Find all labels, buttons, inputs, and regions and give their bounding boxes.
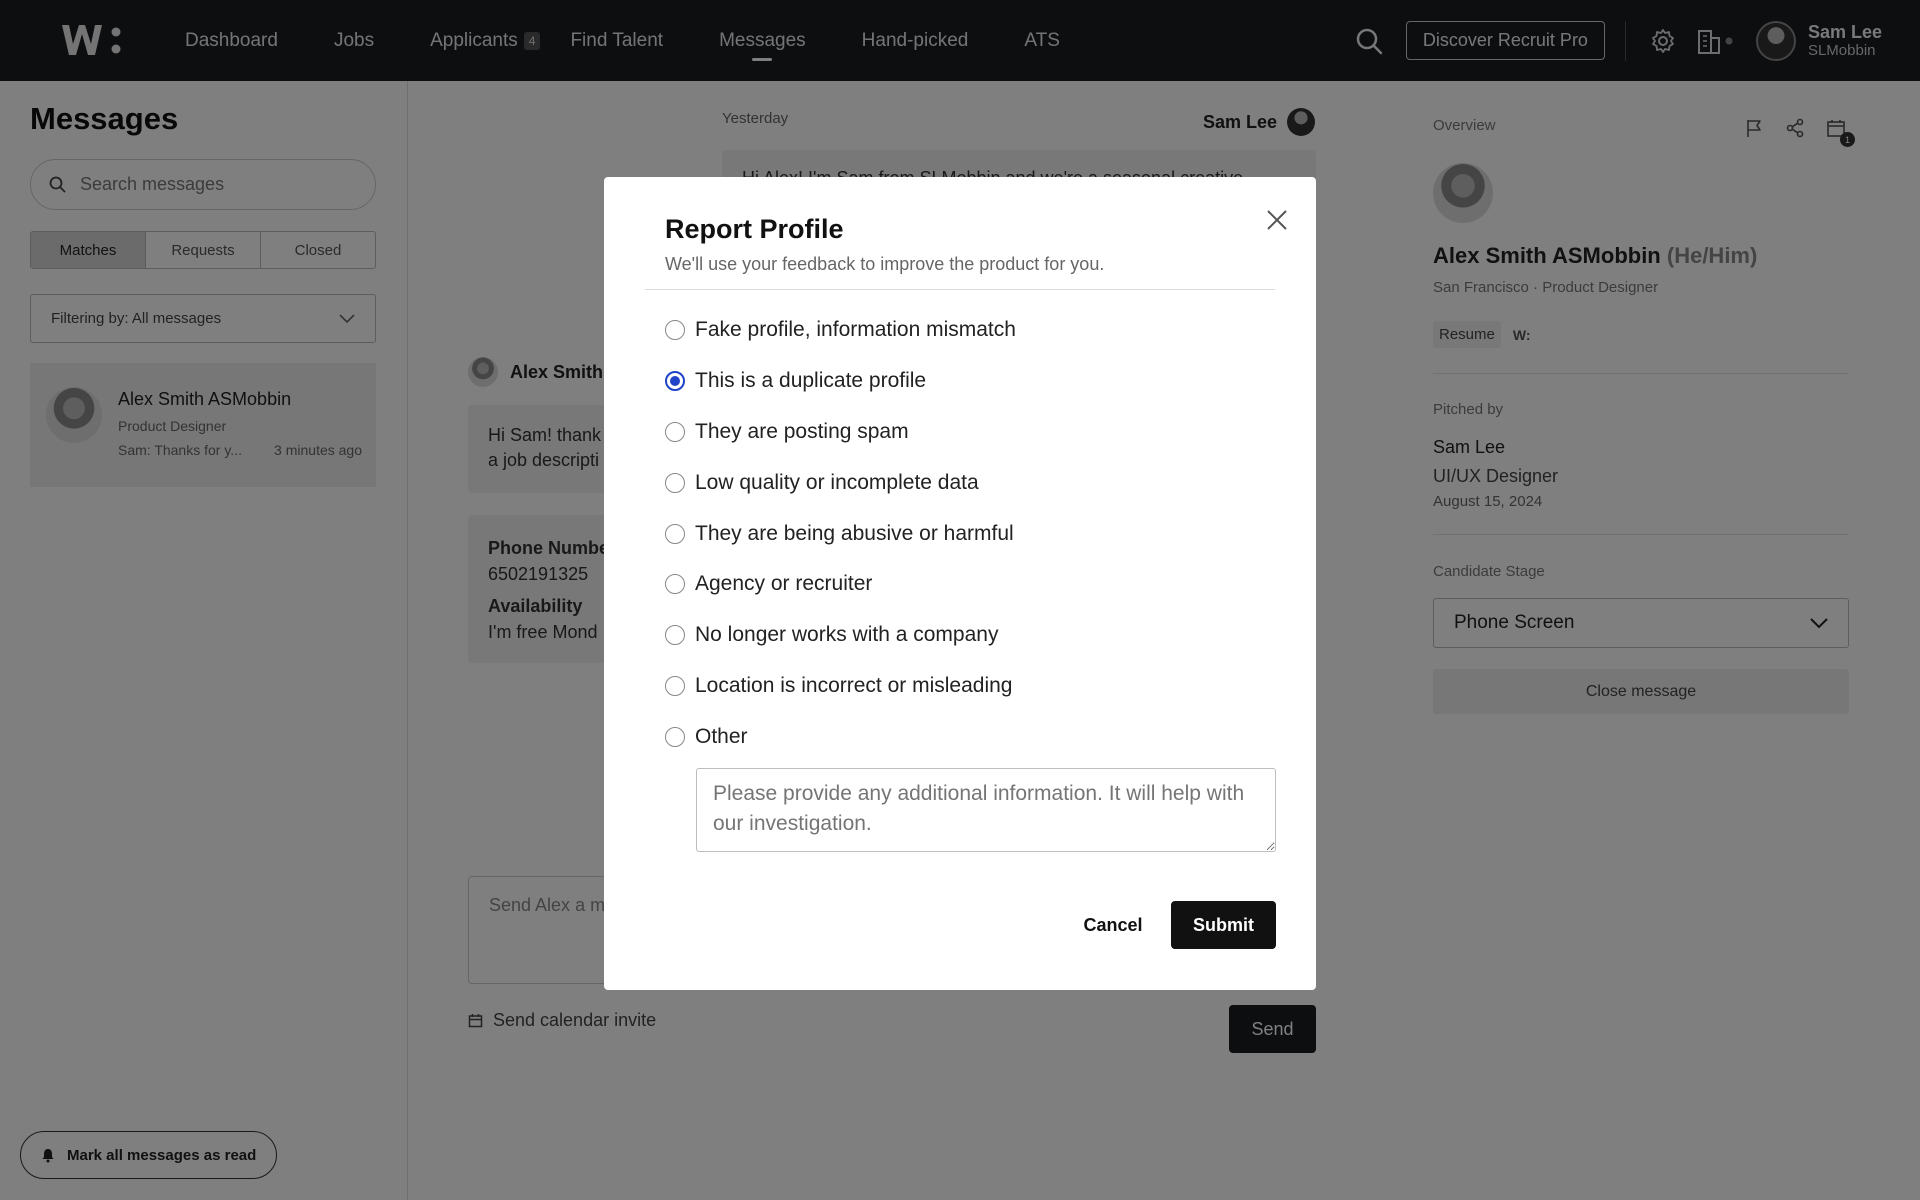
- reason-option-fake-profile[interactable]: Fake profile, information mismatch: [665, 305, 1016, 356]
- radio-button[interactable]: [665, 523, 685, 544]
- radio-button[interactable]: [665, 320, 685, 341]
- reason-option-agency[interactable]: Agency or recruiter: [665, 559, 1016, 610]
- radio-button[interactable]: [665, 625, 685, 646]
- reason-option-duplicate[interactable]: This is a duplicate profile: [665, 356, 1016, 407]
- report-profile-dialog: Report Profile We'll use your feedback t…: [604, 177, 1316, 990]
- reason-option-low-quality[interactable]: Low quality or incomplete data: [665, 457, 1016, 508]
- report-reason-options: Fake profile, information mismatch This …: [665, 305, 1016, 762]
- additional-info-textarea[interactable]: [696, 768, 1276, 852]
- reason-label: Other: [695, 724, 748, 748]
- cancel-button[interactable]: Cancel: [1058, 901, 1168, 949]
- reason-label: Fake profile, information mismatch: [695, 318, 1016, 342]
- radio-button-selected[interactable]: [665, 371, 685, 392]
- reason-label: Agency or recruiter: [695, 572, 873, 596]
- reason-label: Low quality or incomplete data: [695, 470, 979, 494]
- reason-label: They are posting spam: [695, 419, 909, 443]
- dialog-divider: [645, 289, 1275, 290]
- radio-button[interactable]: [665, 726, 685, 747]
- reason-option-spam[interactable]: They are posting spam: [665, 407, 1016, 458]
- dialog-title: Report Profile: [665, 214, 844, 244]
- close-icon[interactable]: [1262, 205, 1292, 235]
- reason-option-no-longer-works[interactable]: No longer works with a company: [665, 610, 1016, 661]
- reason-option-location[interactable]: Location is incorrect or misleading: [665, 661, 1016, 712]
- submit-button[interactable]: Submit: [1171, 901, 1276, 949]
- radio-button[interactable]: [665, 574, 685, 595]
- reason-label: They are being abusive or harmful: [695, 521, 1014, 545]
- reason-option-abusive[interactable]: They are being abusive or harmful: [665, 508, 1016, 559]
- reason-label: No longer works with a company: [695, 623, 999, 647]
- reason-label: This is a duplicate profile: [695, 369, 927, 393]
- dialog-subtitle: We'll use your feedback to improve the p…: [665, 254, 1105, 274]
- radio-button[interactable]: [665, 421, 685, 442]
- radio-button[interactable]: [665, 675, 685, 696]
- reason-label: Location is incorrect or misleading: [695, 673, 1013, 697]
- radio-button[interactable]: [665, 472, 685, 493]
- reason-option-other[interactable]: Other: [665, 711, 1016, 762]
